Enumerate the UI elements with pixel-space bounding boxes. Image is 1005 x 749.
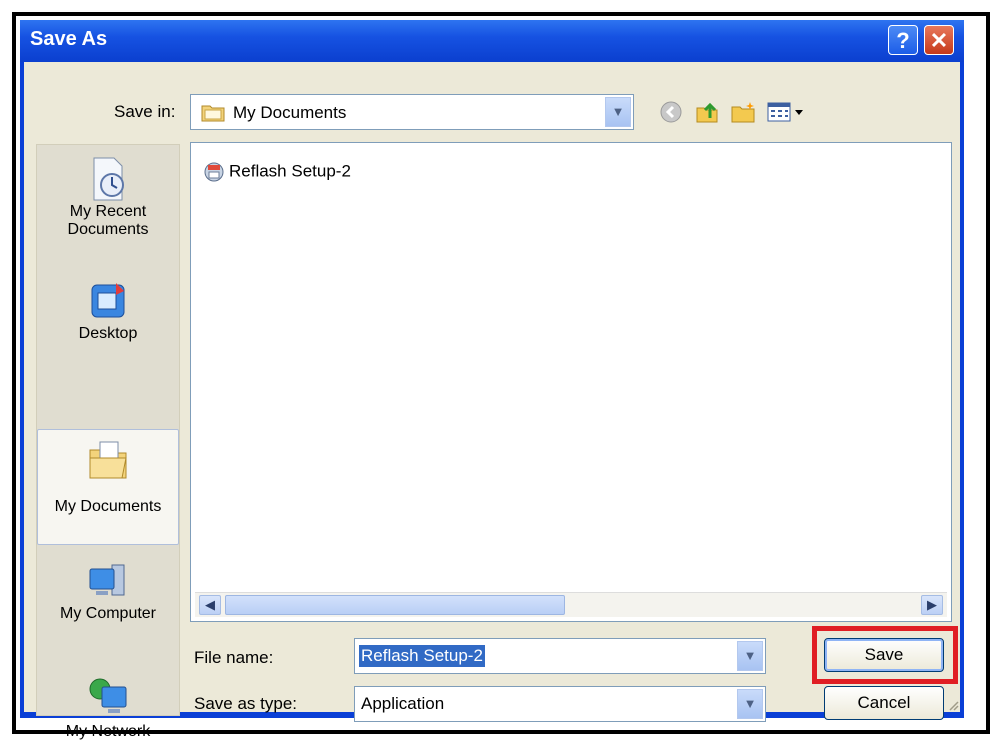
chevron-down-icon[interactable]: ▼ <box>737 689 763 719</box>
scroll-thumb[interactable] <box>225 595 565 615</box>
save-as-type-label: Save as type: <box>194 694 298 713</box>
place-desktop[interactable]: Desktop <box>37 277 179 343</box>
resize-grip-icon[interactable] <box>946 698 960 712</box>
place-my-network[interactable]: My Network <box>37 675 179 741</box>
file-item[interactable]: Reflash Setup-2 <box>203 161 351 183</box>
chevron-down-icon[interactable]: ▼ <box>737 641 763 671</box>
save-in-value: My Documents <box>233 103 347 122</box>
scroll-right-icon[interactable]: ▶ <box>921 595 943 615</box>
file-name: Reflash Setup-2 <box>229 161 351 181</box>
save-as-dialog: Save As ? ✕ Save in: My Documents ▼ My R… <box>20 20 964 740</box>
recent-documents-icon <box>93 157 124 201</box>
save-in-combo[interactable]: My Documents ▼ <box>190 94 634 130</box>
place-label: Desktop <box>78 325 138 342</box>
view-menu-icon[interactable] <box>766 100 806 124</box>
place-label: My Documents <box>54 498 162 515</box>
place-label: My Recent Documents <box>67 203 149 238</box>
save-in-label: Save in: <box>114 102 176 121</box>
save-as-type-value: Application <box>361 694 445 713</box>
help-button[interactable]: ? <box>888 25 918 55</box>
title-bar[interactable]: Save As ? ✕ <box>20 20 964 62</box>
up-folder-icon[interactable] <box>694 100 720 124</box>
file-name-field[interactable]: Reflash Setup-2 ▼ <box>354 638 766 674</box>
application-icon <box>204 162 224 182</box>
dialog-body: Save in: My Documents ▼ My Recent Docume… <box>24 62 960 740</box>
place-my-computer[interactable]: My Computer <box>37 557 179 623</box>
horizontal-scrollbar[interactable]: ◀ ▶ <box>195 592 947 617</box>
place-my-documents[interactable]: My Documents <box>37 429 179 545</box>
save-as-type-select[interactable]: Application ▼ <box>354 686 766 722</box>
new-folder-icon[interactable] <box>730 100 756 124</box>
back-icon[interactable] <box>658 100 684 124</box>
file-name-label: File name: <box>194 648 274 667</box>
my-documents-icon <box>89 441 127 479</box>
save-button-highlight <box>812 626 958 684</box>
desktop-icon <box>91 283 125 318</box>
place-label: My Network <box>65 723 151 740</box>
folder-icon <box>201 105 225 122</box>
dialog-title: Save As <box>30 28 108 50</box>
chevron-down-icon[interactable]: ▼ <box>605 97 631 127</box>
my-network-icon <box>89 678 127 713</box>
close-button[interactable]: ✕ <box>924 25 954 55</box>
place-label: My Computer <box>59 605 157 622</box>
place-my-recent-documents[interactable]: My Recent Documents <box>37 155 179 239</box>
scroll-left-icon[interactable]: ◀ <box>199 595 221 615</box>
file-name-value: Reflash Setup-2 <box>359 645 485 667</box>
file-list[interactable]: Reflash Setup-2 ◀ ▶ <box>190 142 952 622</box>
navigation-toolbar <box>658 96 818 126</box>
my-computer-icon <box>89 564 125 596</box>
cancel-button[interactable]: Cancel <box>824 686 944 720</box>
places-bar: My Recent Documents Desktop My Documents <box>36 144 180 740</box>
